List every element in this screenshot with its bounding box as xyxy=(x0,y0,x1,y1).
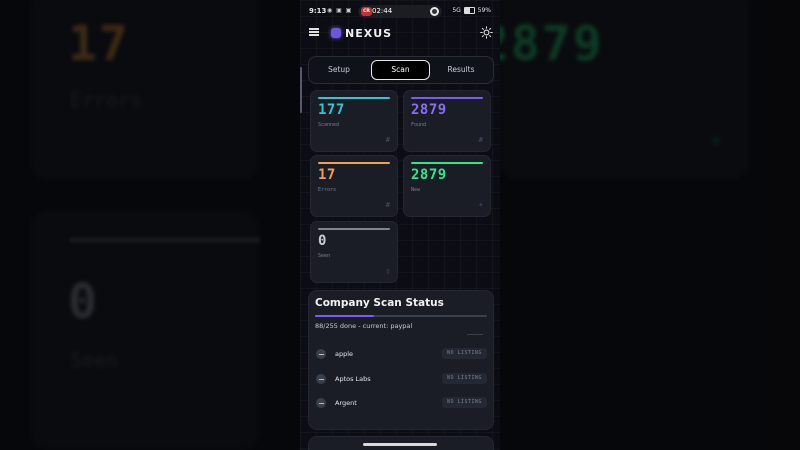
hash-icon: # xyxy=(478,136,483,144)
status-right: 5G 59% xyxy=(452,7,491,14)
scan-progress-fill xyxy=(315,315,375,317)
scan-progress-text: 88/255 done - current: paypal xyxy=(315,322,413,330)
minus-circle-icon xyxy=(316,374,326,384)
stat-card-found: 2879 Found # xyxy=(403,90,491,152)
new-label: New xyxy=(411,187,421,193)
hash-icon: # xyxy=(385,136,390,144)
stat-card-seen: 0 Seen ▯ xyxy=(310,221,398,283)
phone-screen: 9:13 ◉ ▣ ▣ CR 02:44 5G 59% NEXUS Setup S… xyxy=(300,0,500,450)
company-name: apple xyxy=(335,350,354,358)
new-count: 2879 xyxy=(411,167,447,183)
seen-count: 0 xyxy=(318,233,327,249)
tab-setup[interactable]: Setup xyxy=(311,60,367,80)
notification-icons: ◉ ▣ ▣ xyxy=(327,7,353,14)
signal-icon: 5G xyxy=(452,7,461,14)
scanned-label: Scanned xyxy=(318,122,340,128)
tab-bar: Setup Scan Results xyxy=(308,56,494,84)
brand: NEXUS xyxy=(331,25,392,41)
company-name: Aptos Labs xyxy=(335,375,371,383)
brand-logo-icon xyxy=(331,28,341,38)
recording-pill: CR 02:44 xyxy=(358,5,442,18)
status-badge: NO LISTING xyxy=(442,397,487,408)
battery-icon xyxy=(463,7,475,14)
scroll-indicator xyxy=(300,67,302,113)
theme-toggle-icon[interactable] xyxy=(480,26,493,39)
brand-name: NEXUS xyxy=(345,26,393,40)
found-count: 2879 xyxy=(411,102,447,118)
eye-icon: ▯ xyxy=(385,267,390,275)
minus-circle-icon xyxy=(316,398,326,408)
panel-title: Company Scan Status xyxy=(315,297,444,309)
recording-clock: 02:44 xyxy=(372,7,393,15)
company-row[interactable]: apple NO LISTING xyxy=(315,346,487,362)
tab-scan[interactable]: Scan xyxy=(371,60,430,80)
errors-label: Errors xyxy=(318,187,337,193)
stat-card-new: 2879 New + xyxy=(403,155,491,217)
hash-icon: # xyxy=(385,201,390,209)
stat-card-errors: 17 Errors # xyxy=(310,155,398,217)
record-stop-icon xyxy=(430,7,439,16)
status-time: 9:13 xyxy=(309,7,327,15)
status-badge: NO LISTING xyxy=(442,348,487,359)
company-row[interactable]: Argent NO LISTING xyxy=(315,395,487,411)
errors-count: 17 xyxy=(318,167,336,183)
minus-circle-icon xyxy=(316,349,326,359)
status-badge: NO LISTING xyxy=(442,373,487,384)
record-icon: CR xyxy=(361,7,372,16)
plus-icon: + xyxy=(478,201,483,209)
home-indicator[interactable] xyxy=(363,443,437,446)
battery-level: 59% xyxy=(477,7,491,14)
seen-label: Seen xyxy=(318,253,331,259)
company-row[interactable]: Aptos Labs NO LISTING xyxy=(315,371,487,387)
app-header: NEXUS xyxy=(300,23,500,43)
stat-card-scanned: 177 Scanned # xyxy=(310,90,398,152)
menu-icon[interactable] xyxy=(309,28,319,36)
tab-results[interactable]: Results xyxy=(431,60,491,80)
found-label: Found xyxy=(411,122,427,128)
company-name: Argent xyxy=(335,399,357,407)
status-bar: 9:13 ◉ ▣ ▣ CR 02:44 5G 59% xyxy=(300,0,500,22)
company-scan-panel: Company Scan Status 88/255 done - curren… xyxy=(308,290,494,430)
scan-progress-bar xyxy=(315,315,487,317)
scanned-count: 177 xyxy=(318,102,345,118)
